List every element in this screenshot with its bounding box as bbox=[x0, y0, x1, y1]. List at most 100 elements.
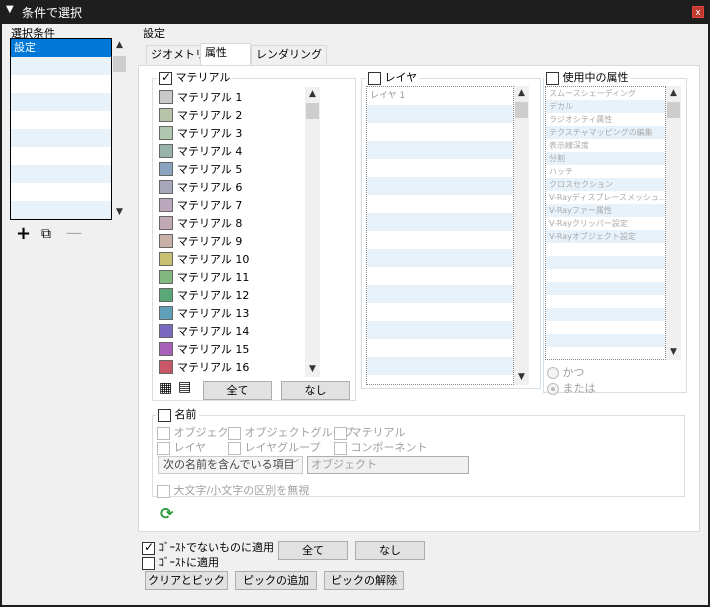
layer-item[interactable] bbox=[367, 285, 513, 303]
scroll-up-icon[interactable]: ▲ bbox=[112, 38, 127, 53]
layer-item[interactable] bbox=[367, 375, 513, 384]
criteria-item[interactable] bbox=[11, 111, 111, 129]
layer-checkbox[interactable] bbox=[368, 71, 381, 85]
material-item[interactable]: マテリアル 14 bbox=[156, 323, 249, 341]
criteria-item[interactable] bbox=[11, 183, 111, 201]
and-radio[interactable] bbox=[547, 367, 559, 379]
remove-icon[interactable]: — bbox=[66, 223, 82, 242]
scroll-down-icon[interactable]: ▼ bbox=[112, 205, 127, 220]
tab-rendering[interactable]: レンダリング bbox=[251, 45, 327, 64]
attribute-item[interactable] bbox=[546, 243, 665, 256]
attribute-item[interactable] bbox=[546, 308, 665, 321]
layer-header[interactable]: レイヤ bbox=[366, 69, 420, 85]
scroll-down-icon[interactable]: ▼ bbox=[514, 370, 529, 385]
ghost-checkbox[interactable] bbox=[142, 556, 155, 570]
material-item[interactable]: マテリアル 11 bbox=[156, 269, 249, 287]
criteria-item[interactable] bbox=[11, 129, 111, 147]
material-item[interactable]: マテリアル 16 bbox=[156, 359, 249, 377]
layer-list[interactable]: レイヤ 1 bbox=[366, 86, 514, 385]
criteria-item[interactable] bbox=[11, 75, 111, 93]
attribute-item[interactable] bbox=[546, 321, 665, 334]
attribute-item[interactable]: V-Rayファー属性 bbox=[546, 204, 665, 217]
scroll-up-icon[interactable]: ▲ bbox=[666, 86, 681, 101]
clear-and-pick-button[interactable]: クリアとピック bbox=[145, 571, 228, 590]
layer-name-option[interactable]: レイヤ bbox=[157, 439, 206, 455]
material-item[interactable]: マテリアル 1 bbox=[156, 89, 242, 107]
attribute-item[interactable] bbox=[546, 256, 665, 269]
material-item[interactable]: マテリアル 5 bbox=[156, 161, 242, 179]
criteria-list[interactable]: 設定 bbox=[10, 38, 112, 220]
layer-scrollbar[interactable]: ▲ ▼ bbox=[514, 86, 529, 385]
layer-item[interactable] bbox=[367, 231, 513, 249]
used-attributes-header[interactable]: 使用中の属性 bbox=[544, 69, 631, 85]
material-item[interactable]: マテリアル 3 bbox=[156, 125, 242, 143]
layer-item[interactable] bbox=[367, 141, 513, 159]
layer-item[interactable] bbox=[367, 303, 513, 321]
criteria-scrollbar[interactable]: ▲ ▼ bbox=[112, 38, 127, 220]
attribute-item[interactable]: V-Rayクリッパー設定 bbox=[546, 217, 665, 230]
layer-item[interactable] bbox=[367, 249, 513, 267]
material-item[interactable]: マテリアル 9 bbox=[156, 233, 242, 251]
add-pick-button[interactable]: ピックの追加 bbox=[235, 571, 317, 590]
attribute-item[interactable]: スムースシェーディング bbox=[546, 87, 665, 100]
remove-pick-button[interactable]: ピックの解除 bbox=[324, 571, 404, 590]
add-icon[interactable]: + bbox=[16, 223, 31, 244]
layer-item[interactable] bbox=[367, 213, 513, 231]
layer-item[interactable] bbox=[367, 267, 513, 285]
material-item[interactable]: マテリアル 13 bbox=[156, 305, 249, 323]
used-attributes-checkbox[interactable] bbox=[546, 71, 559, 85]
criteria-item[interactable]: 設定 bbox=[11, 39, 111, 57]
attribute-item[interactable] bbox=[546, 334, 665, 347]
material-item[interactable]: マテリアル 12 bbox=[156, 287, 249, 305]
duplicate-icon[interactable]: ⧉ bbox=[41, 226, 51, 242]
scroll-up-icon[interactable]: ▲ bbox=[305, 87, 320, 102]
material-name-option[interactable]: マテリアル bbox=[334, 424, 405, 440]
material-item[interactable]: マテリアル 10 bbox=[156, 251, 249, 269]
apply-all-button[interactable]: 全て bbox=[278, 541, 348, 560]
or-option[interactable]: または bbox=[547, 380, 596, 396]
attribute-item[interactable] bbox=[546, 282, 665, 295]
scroll-down-icon[interactable]: ▼ bbox=[305, 362, 320, 377]
attribute-item[interactable] bbox=[546, 295, 665, 308]
material-item[interactable]: マテリアル 15 bbox=[156, 341, 249, 359]
material-item[interactable]: マテリアル 7 bbox=[156, 197, 242, 215]
name-header[interactable]: 名前 bbox=[156, 406, 199, 422]
attribute-item[interactable]: クロスセクション bbox=[546, 178, 665, 191]
attribute-item[interactable]: 分割 bbox=[546, 152, 665, 165]
attribute-item[interactable]: 表示線深度 bbox=[546, 139, 665, 152]
name-checkbox[interactable] bbox=[158, 408, 171, 422]
attribute-item[interactable]: V-Rayディスプレースメッシュ... bbox=[546, 191, 665, 204]
refresh-icon[interactable]: ⟳ bbox=[160, 504, 173, 523]
material-item[interactable]: マテリアル 8 bbox=[156, 215, 242, 233]
ignore-case-option[interactable]: 大文字/小文字の区別を無視 bbox=[157, 482, 309, 498]
non-ghost-checkbox[interactable] bbox=[142, 540, 155, 555]
layer-item[interactable] bbox=[367, 159, 513, 177]
attribute-item[interactable]: テクスチャマッピングの編集 bbox=[546, 126, 665, 139]
or-radio[interactable] bbox=[547, 383, 559, 395]
match-dropdown[interactable]: 次の名前を含んでいる項目 ﹀ bbox=[158, 456, 303, 474]
used-attributes-list[interactable]: スムースシェーディング デカル ラジオシティ属性 テクスチャマッピングの編集 表示線深度… bbox=[545, 86, 666, 360]
material-name-checkbox[interactable] bbox=[334, 426, 347, 440]
material-scrollbar[interactable]: ▲ ▼ bbox=[305, 87, 320, 377]
name-input[interactable]: オブジェクト bbox=[307, 456, 469, 474]
criteria-item[interactable] bbox=[11, 201, 111, 219]
scroll-down-icon[interactable]: ▼ bbox=[666, 345, 681, 360]
attribute-item[interactable] bbox=[546, 347, 665, 359]
layer-item[interactable] bbox=[367, 105, 513, 123]
object-group-checkbox[interactable] bbox=[228, 426, 241, 440]
attribute-item[interactable]: V-Rayオブジェクト設定 bbox=[546, 230, 665, 243]
component-option[interactable]: コンポーネント bbox=[334, 439, 428, 455]
component-checkbox[interactable] bbox=[334, 441, 347, 455]
layer-item[interactable]: レイヤ 1 bbox=[367, 87, 513, 105]
apply-none-button[interactable]: なし bbox=[355, 541, 425, 560]
scroll-up-icon[interactable]: ▲ bbox=[514, 86, 529, 101]
tab-attributes[interactable]: 属性 bbox=[200, 43, 251, 65]
criteria-item[interactable] bbox=[11, 93, 111, 111]
layer-name-checkbox[interactable] bbox=[157, 441, 170, 455]
and-option[interactable]: かつ bbox=[547, 364, 585, 380]
layer-group-checkbox[interactable] bbox=[228, 441, 241, 455]
material-none-button[interactable]: なし bbox=[281, 381, 350, 400]
criteria-item[interactable] bbox=[11, 147, 111, 165]
layer-item[interactable] bbox=[367, 339, 513, 357]
material-item[interactable]: マテリアル 4 bbox=[156, 143, 242, 161]
